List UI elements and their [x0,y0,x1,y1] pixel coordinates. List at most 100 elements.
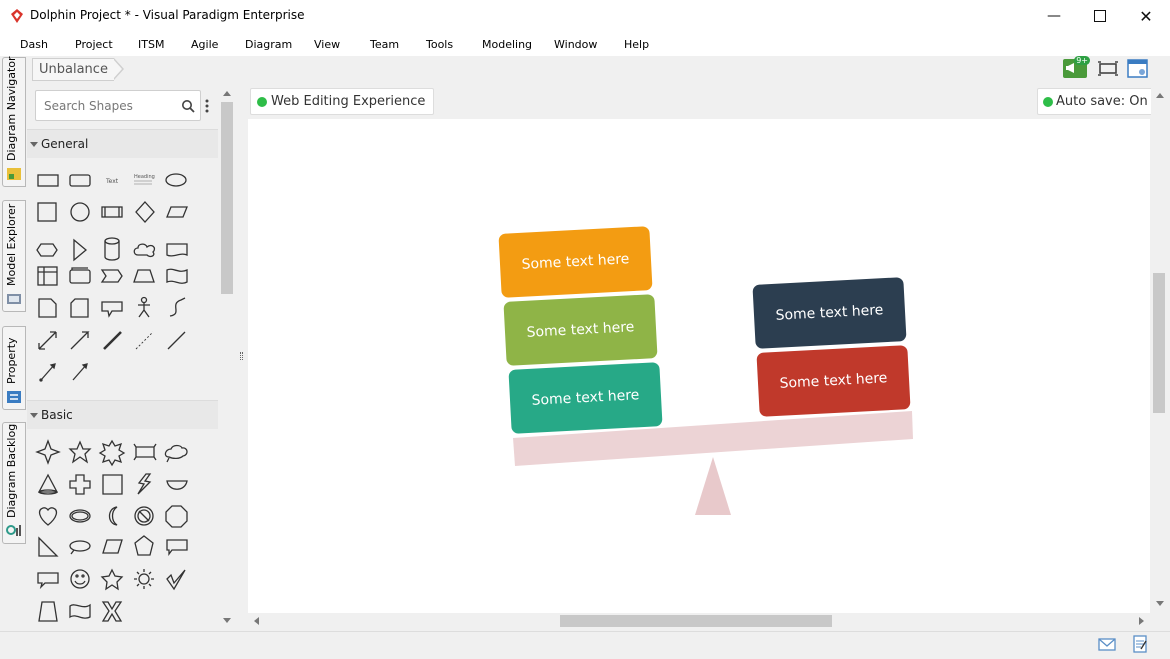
cloud-callout-icon[interactable] [164,444,188,463]
scroll-down-icon[interactable] [1156,601,1164,607]
menu-modeling[interactable]: Modeling [482,38,532,51]
menu-tools[interactable]: Tools [426,38,453,51]
menu-itsm[interactable]: ITSM [138,38,164,51]
arrow-shape-icon[interactable] [70,331,90,350]
pentagon-shape-icon[interactable] [134,535,154,556]
four-point-star-icon[interactable] [35,439,61,465]
document-shape-icon[interactable] [166,243,188,257]
trapezoid-shape-icon[interactable] [133,269,155,283]
square-shape-icon[interactable] [37,202,57,222]
lightning-shape-icon[interactable] [137,473,152,495]
hexagon-shape-icon[interactable] [36,243,58,257]
x-shape-icon[interactable] [101,601,123,622]
search-icon[interactable] [181,99,195,113]
rect-callout-icon[interactable] [166,539,188,556]
step-shape-icon[interactable] [100,269,123,283]
folded-corner-icon[interactable] [102,474,123,495]
breadcrumb[interactable]: Unbalance [32,58,114,81]
tab-property[interactable]: Property [2,326,26,410]
scroll-left-icon[interactable] [253,617,259,625]
table-shape-icon[interactable] [37,266,58,286]
circle-shape-icon[interactable] [70,202,90,222]
search-shapes-input[interactable] [42,97,176,115]
rect-callout-left-icon[interactable] [37,572,59,590]
wavy-bubble-icon[interactable] [69,509,91,523]
cross-shape-icon[interactable] [69,474,91,495]
announcement-button[interactable]: 9+ [1063,56,1090,78]
panel-more-icon[interactable] [204,98,210,114]
curve-shape-icon[interactable] [169,297,186,317]
rectangle-shape-icon[interactable] [37,174,59,187]
double-arrow-shape-icon[interactable] [38,331,57,350]
scroll-up-icon[interactable] [1156,92,1164,98]
tab-diagram-navigator[interactable]: Diagram Navigator [2,56,26,187]
line-shape-icon[interactable] [167,331,186,350]
diagram-settings-icon[interactable] [1127,59,1149,79]
connector-arrow-shape-icon[interactable] [39,363,56,382]
balance-fulcrum[interactable] [695,457,731,515]
diagram-box-navy[interactable]: Some text here [752,277,907,349]
dashed-line-shape-icon[interactable] [135,331,154,350]
rounded-rectangle-shape-icon[interactable] [69,174,91,187]
menu-diagram[interactable]: Diagram [245,38,292,51]
tape-shape-icon[interactable] [166,268,188,284]
web-editing-badge[interactable]: Web Editing Experience [250,88,435,115]
star-shape-icon[interactable] [100,568,124,591]
five-point-star-outline-icon[interactable] [68,440,92,464]
scroll-up-icon[interactable] [223,90,231,96]
panel-splitter[interactable] [235,86,247,630]
fit-diagram-icon[interactable] [1097,60,1119,77]
canvas-vertical-thumb[interactable] [1153,273,1165,413]
process-shape-icon[interactable] [101,206,123,218]
wave-shape-icon[interactable] [69,603,91,619]
skewed-parallelogram-icon[interactable] [102,539,123,554]
menu-help[interactable]: Help [624,38,649,51]
diagram-canvas[interactable] [248,119,1150,613]
maximize-button[interactable] [1077,0,1123,32]
cone-shape-icon[interactable] [37,473,59,495]
notes-icon[interactable] [1132,635,1148,653]
menu-dash[interactable]: Dash [20,38,48,51]
card-corner-shape-icon[interactable] [70,298,89,318]
tab-diagram-backlog[interactable]: Diagram Backlog [2,422,26,544]
heading-shape-icon[interactable]: Heading [134,174,155,180]
minimize-button[interactable]: — [1031,0,1077,32]
oval-callout-icon[interactable] [69,540,91,555]
diagram-box-green[interactable]: Some text here [503,294,658,366]
funnel-trapezoid-icon[interactable] [38,601,58,622]
mail-icon[interactable] [1098,638,1116,651]
callout-shape-icon[interactable] [101,301,123,318]
tab-model-explorer[interactable]: Model Explorer [2,200,26,312]
burst-shape-icon[interactable] [98,439,126,467]
sun-shape-icon[interactable] [134,569,154,589]
scroll-shape-icon[interactable] [133,443,157,461]
thick-line-shape-icon[interactable] [103,331,122,350]
diagram-box-teal[interactable]: Some text here [508,362,663,434]
card-shape-icon[interactable] [69,267,91,284]
section-basic-header[interactable]: Basic [27,400,218,429]
canvas-horizontal-thumb[interactable] [560,615,832,627]
menu-agile[interactable]: Agile [191,38,218,51]
ellipse-shape-icon[interactable] [165,173,187,187]
cloud-shape-icon[interactable] [133,243,156,258]
scroll-right-icon[interactable] [1139,617,1145,625]
parallelogram-shape-icon[interactable] [166,206,188,218]
diamond-shape-icon[interactable] [135,201,155,223]
diagram-box-orange[interactable]: Some text here [498,226,653,298]
menu-team[interactable]: Team [370,38,399,51]
menu-window[interactable]: Window [554,38,597,51]
heart-shape-icon[interactable] [38,507,58,526]
no-symbol-icon[interactable] [134,506,154,526]
scroll-down-icon[interactable] [223,618,231,624]
half-circle-shape-icon[interactable] [166,480,188,490]
auto-save-badge[interactable]: Auto save: On [1037,88,1157,115]
cylinder-shape-icon[interactable] [104,237,120,261]
check-mark-icon[interactable] [166,569,186,591]
right-triangle-shape-icon[interactable] [38,536,59,557]
menu-view[interactable]: View [314,38,340,51]
connector-shape-icon[interactable] [72,363,88,381]
note-shape-icon[interactable] [38,298,57,318]
triangle-shape-icon[interactable] [73,238,88,262]
smiley-icon[interactable] [70,569,90,589]
octagon-shape-icon[interactable] [165,505,188,528]
